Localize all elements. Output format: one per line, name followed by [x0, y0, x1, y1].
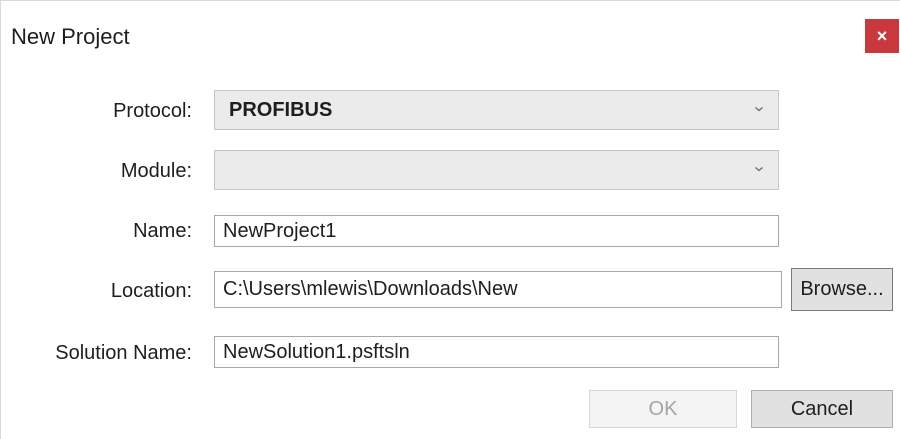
name-input[interactable] — [215, 216, 778, 246]
ok-button[interactable]: OK — [589, 390, 737, 428]
close-icon: × — [876, 25, 888, 46]
close-button[interactable]: × — [865, 19, 899, 53]
title-bar[interactable]: New Project × — [1, 1, 900, 79]
solution-name-input[interactable] — [215, 337, 778, 367]
protocol-label: Protocol: — [113, 100, 192, 122]
location-input[interactable] — [215, 272, 781, 307]
name-field[interactable] — [214, 215, 779, 247]
location-field[interactable] — [214, 271, 782, 308]
protocol-select[interactable]: PROFIBUS — [214, 90, 779, 130]
dialog-title: New Project — [11, 24, 130, 49]
solution-name-label: Solution Name: — [55, 342, 192, 364]
browse-button[interactable]: Browse... — [791, 268, 893, 311]
chevron-down-icon — [755, 167, 763, 172]
location-label: Location: — [110, 280, 192, 302]
solution-name-field[interactable] — [214, 336, 779, 368]
chevron-down-icon — [755, 107, 763, 112]
cancel-button[interactable]: Cancel — [751, 390, 893, 428]
module-label: Module: — [120, 160, 192, 182]
protocol-selected-value: PROFIBUS — [229, 99, 333, 121]
module-select[interactable] — [214, 150, 779, 190]
name-label: Name: — [133, 220, 192, 242]
new-project-dialog: New Project × Protocol: PROFIBUS Module:… — [0, 0, 900, 439]
